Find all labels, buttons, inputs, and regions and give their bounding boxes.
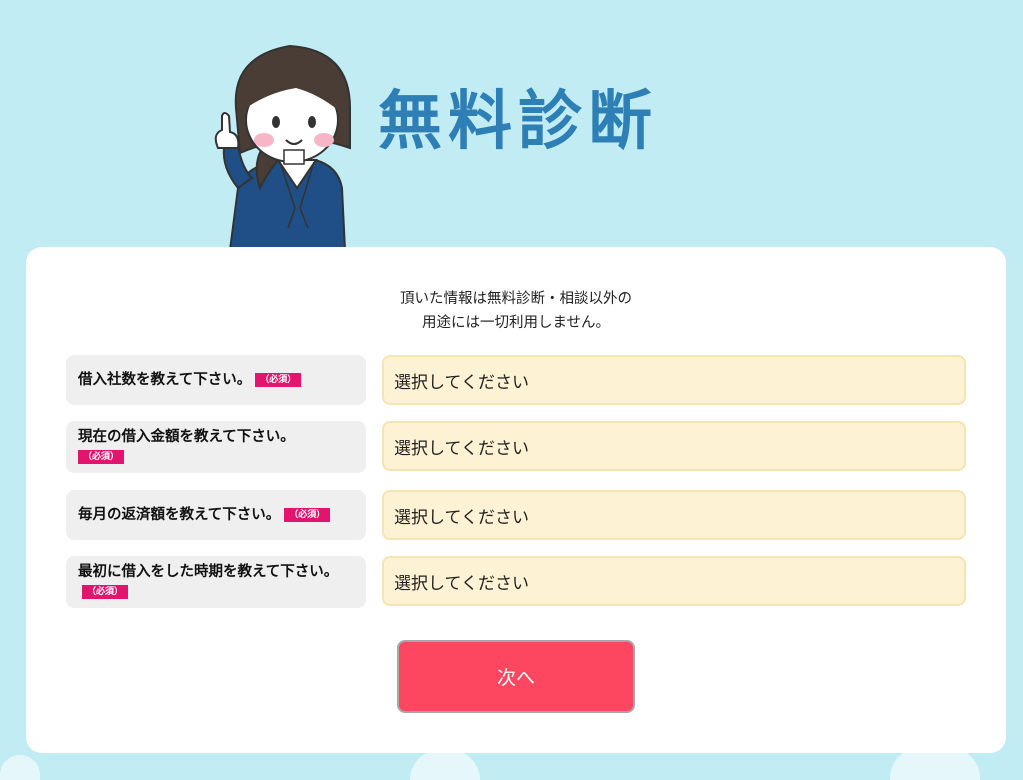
next-button[interactable]: 次へ — [397, 640, 635, 713]
question-row-lender-count: 借入社数を教えて下さい。 （必須） 選択してください — [66, 355, 966, 405]
question-label: 借入社数を教えて下さい。 （必須） — [66, 355, 366, 405]
privacy-notice: 頂いた情報は無料診断・相談以外の 用途には一切利用しません。 — [26, 287, 1006, 335]
monthly-payment-select[interactable]: 選択してください — [382, 490, 966, 540]
privacy-notice-line: 頂いた情報は無料診断・相談以外の — [400, 291, 632, 307]
lender-count-select[interactable]: 選択してください — [382, 355, 966, 405]
cloud-decoration — [0, 755, 40, 780]
required-badge: （必須） — [78, 450, 125, 464]
required-badge: （必須） — [284, 508, 331, 522]
page-title: 無料診断 — [378, 85, 658, 159]
form-card: 頂いた情報は無料診断・相談以外の 用途には一切利用しません。 借入社数を教えて下… — [26, 247, 1006, 753]
question-label: 現在の借入金額を教えて下さい。 （必須） — [66, 421, 366, 473]
required-badge: （必須） — [255, 373, 302, 387]
question-text: 最初に借入をした時期を教えて下さい。 — [78, 564, 339, 580]
cloud-decoration — [410, 750, 480, 780]
question-text: 毎月の返済額を教えて下さい。 — [78, 507, 281, 523]
required-badge: （必須） — [82, 585, 129, 599]
question-row-first-borrow-date: 最初に借入をした時期を教えて下さい。 （必須） 選択してください — [66, 556, 966, 608]
question-label: 毎月の返済額を教えて下さい。 （必須） — [66, 490, 366, 540]
woman-pointing-illustration — [214, 44, 351, 250]
question-label: 最初に借入をした時期を教えて下さい。 （必須） — [66, 556, 366, 608]
question-row-loan-amount: 現在の借入金額を教えて下さい。 （必須） 選択してください — [66, 421, 966, 473]
question-text: 現在の借入金額を教えて下さい。 — [78, 429, 295, 445]
loan-amount-select[interactable]: 選択してください — [382, 421, 966, 471]
question-text: 借入社数を教えて下さい。 — [78, 372, 252, 388]
privacy-notice-line: 用途には一切利用しません。 — [421, 315, 611, 331]
first-borrow-date-select[interactable]: 選択してください — [382, 556, 966, 606]
question-row-monthly-payment: 毎月の返済額を教えて下さい。 （必須） 選択してください — [66, 490, 966, 540]
